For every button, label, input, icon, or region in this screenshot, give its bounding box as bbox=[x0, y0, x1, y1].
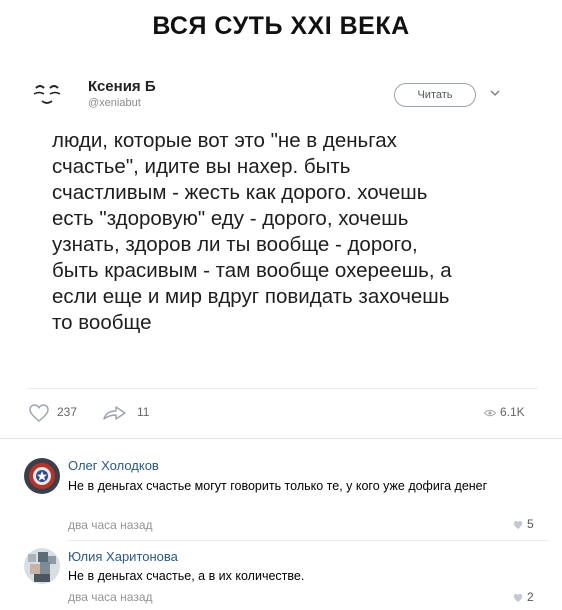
comment-author[interactable]: Олег Холодков bbox=[68, 458, 159, 473]
comment-time[interactable]: два часа назад bbox=[68, 590, 153, 604]
avatar-face-icon bbox=[33, 85, 61, 104]
section-divider bbox=[0, 438, 562, 439]
comment-text: Не в деньгах счастье, а в их количестве. bbox=[68, 569, 305, 583]
comment-author[interactable]: Юлия Харитонова bbox=[68, 549, 178, 564]
comment-divider bbox=[68, 540, 548, 541]
repost-icon[interactable] bbox=[102, 403, 128, 423]
tweet-author-name[interactable]: Ксения Б bbox=[88, 78, 156, 95]
chevron-down-icon[interactable] bbox=[490, 88, 500, 98]
tweet-author-handle[interactable]: @xeniabut bbox=[88, 97, 141, 109]
tweet-text: люди, которые вот это "не в деньгах счас… bbox=[52, 129, 452, 334]
repost-count: 11 bbox=[137, 405, 150, 419]
comment-like-count: 2 bbox=[527, 590, 534, 604]
meme-title: ВСЯ СУТЬ XXI ВЕКА bbox=[152, 12, 410, 40]
comment-like-count: 5 bbox=[527, 517, 534, 531]
heart-icon[interactable] bbox=[513, 520, 523, 530]
follow-button[interactable]: Читать bbox=[394, 83, 476, 107]
heart-icon[interactable] bbox=[28, 403, 50, 423]
avatar[interactable] bbox=[24, 458, 60, 494]
comment-time[interactable]: два часа назад bbox=[68, 518, 153, 532]
like-count: 237 bbox=[57, 405, 78, 419]
eye-icon bbox=[484, 409, 496, 417]
heart-icon[interactable] bbox=[513, 593, 523, 603]
comment-text: Не в деньгах счастье могут говорить толь… bbox=[68, 479, 488, 493]
avatar[interactable] bbox=[24, 548, 60, 584]
view-count: 6.1K bbox=[500, 405, 525, 419]
card-divider bbox=[28, 388, 538, 389]
